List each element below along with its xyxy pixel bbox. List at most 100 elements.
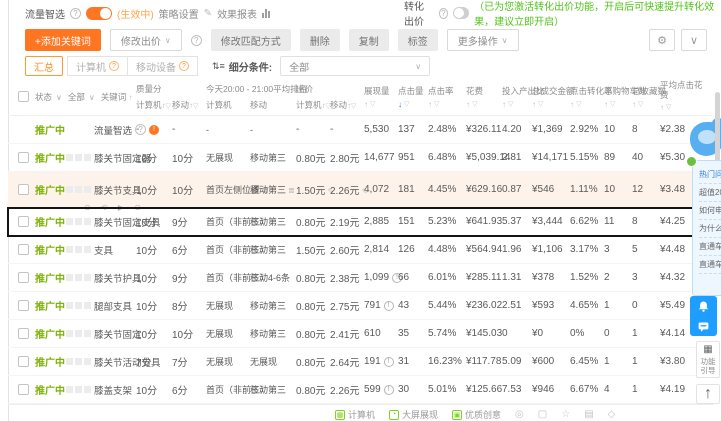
clicks-value: 31 <box>398 356 410 367</box>
col-header-gmv[interactable]: 总成交金额 <box>532 85 575 97</box>
col-header-cost[interactable]: 花费 <box>466 85 502 97</box>
tab-mobile[interactable]: 移动设备? <box>128 56 198 76</box>
col-header-status[interactable]: 状态 ∨ <box>35 91 62 103</box>
bid-mobile: 2.38元 <box>330 274 360 285</box>
col-header-scope[interactable]: 全部 ∨ <box>68 91 95 103</box>
delete-button[interactable]: 删除 <box>299 29 340 51</box>
faq-item[interactable]: 直通车推广计划 <box>699 256 721 274</box>
ctr-value: 5.74% <box>428 328 457 339</box>
ctr-value: 4.45% <box>428 184 457 195</box>
table-row[interactable]: 推广中 膝关节活动支具 ?! ⊙ ⟲ ▶ ⊖ 7分 7分 无展现≣ 无展现≣ 0… <box>8 348 708 376</box>
col-header-keyword[interactable]: 关键词 ↑ <box>101 91 133 103</box>
row-checkbox[interactable] <box>18 356 29 367</box>
more-actions-button[interactable]: 更多操作 ∨ <box>446 29 519 51</box>
table-row[interactable]: 推广中 膝关节固定支具 ?! ⊙ ⟲ ▶ ⊖ 10分 9分 首页（非前三）≣ 移… <box>7 207 709 237</box>
faq-item[interactable]: 直通车推广 <box>699 238 721 256</box>
smart-traffic-label: 流量智选 <box>25 9 65 21</box>
row-checkbox[interactable] <box>18 244 29 255</box>
table-row[interactable]: 推广中 膝盖支架 ?! ⊙ ⟲ ▶ ⊖ 10分 6分 首页（非前三）≣ 移动第三… <box>8 376 708 404</box>
condition-select[interactable]: 全部 ∨ <box>280 56 431 76</box>
col-header-avg-cpc[interactable]: 平均点击花费 <box>660 81 706 100</box>
tab-pc[interactable]: 计算机? <box>67 56 128 76</box>
subcol-rank-mobile: 移动 <box>250 99 268 110</box>
chevron-down-icon[interactable]: ∨ <box>681 29 707 51</box>
faq-item[interactable]: 超值20 <box>699 184 721 202</box>
row-checkbox[interactable] <box>18 272 29 283</box>
rank-mobile: 移动第三 <box>250 245 287 255</box>
bid-pc: 0.80元 <box>296 358 326 369</box>
cost-value: ¥236.02 <box>466 300 503 311</box>
status-badge: 推广中 <box>35 274 65 285</box>
row-checkbox[interactable] <box>18 300 29 311</box>
strategy-settings-link[interactable]: 策略设置 <box>159 6 199 21</box>
table-row[interactable]: 推广中 膝关节护具 ?! ⊙ ⟲ ▶ ⊖ 10分 9分 首页（非前三）≣ 移动4… <box>8 264 708 292</box>
clicks-value: 30 <box>398 384 410 395</box>
info-icon[interactable]: ? <box>190 34 202 46</box>
roi-value: 7.53 <box>502 384 522 395</box>
subcol-qs-pc[interactable]: 计算机↑▽ <box>136 99 172 111</box>
back-to-top-button[interactable]: ↑ <box>696 384 720 405</box>
row-checkbox[interactable] <box>18 384 29 395</box>
quality-score-mobile: 6分 <box>172 246 188 257</box>
add-keyword-button[interactable]: +添加关键词 <box>25 29 101 51</box>
table-row[interactable]: 推广中 膝关节固定 ?! ⊙ ⟲ ▶ ⊖ 10分 10分 无展现≣ 移动第三≣ … <box>8 320 708 348</box>
modify-bid-button[interactable]: 修改出价 ∨ <box>109 29 182 51</box>
faq-link[interactable]: 热门问题 <box>699 166 721 184</box>
info-circle-icon[interactable]: ! <box>383 356 394 367</box>
info-icon[interactable]: ? <box>135 124 147 135</box>
rank-menu-icon[interactable]: ≣ <box>288 186 295 195</box>
report-link[interactable]: 效果报表 <box>217 6 257 21</box>
gmv-value: ¥1,369 <box>532 124 563 135</box>
faq-item[interactable]: 为什么过日限额 <box>699 220 721 238</box>
row-checkbox[interactable] <box>18 184 29 195</box>
info-circle-icon[interactable]: ! <box>383 384 394 395</box>
gmv-value: ¥14,171 <box>532 152 569 163</box>
status-badge: 推广中 <box>35 186 65 197</box>
subcol-bid-mobile[interactable]: 移动↑▽ <box>330 99 364 111</box>
row-checkbox[interactable] <box>18 328 29 339</box>
carts-value: 0 <box>604 328 610 339</box>
toolbar: +添加关键词 修改出价 ∨ ? 修改匹配方式 删除 复制 标签 更多操作 ∨ ⚙ ∨ <box>9 26 721 54</box>
gear-icon[interactable]: ⚙ <box>649 29 675 51</box>
faq-item[interactable]: 如何申请图片功能 <box>699 202 721 220</box>
table-row[interactable]: 推广中 膝关节支具 ?! ⊙ ⟲ ▶ ⊖ 10分 10分 首页左侧位置≣ 移动第… <box>8 172 708 212</box>
subcol-qs-mobile[interactable]: 移动↑▽ <box>172 99 206 111</box>
feature-guide-button[interactable]: ▦ 功能引导 <box>696 341 720 379</box>
table-row[interactable]: 推广中 腿部支具 ?! ⊙ ⟲ ▶ ⊖ 10分 8分 无展现≣ 移动第三≣ 0.… <box>8 292 708 320</box>
table-row[interactable]: 推广中 流量智选 ?! ⊙ ⟲ ▶ ⊖ - - -≣ -≣ -✎ -✎ 5,53… <box>8 116 708 144</box>
table-row[interactable]: 推广中 支具 ?! ⊙ ⟲ ▶ ⊖ 10分 6分 首页（非前三）≣ 移动第三≣ … <box>8 236 708 264</box>
subcol-bid-pc[interactable]: 计算机↑▽ <box>296 99 331 111</box>
row-checkbox[interactable] <box>18 216 29 227</box>
col-header-clicks[interactable]: 点击量 <box>398 85 428 97</box>
col-header-favorites[interactable]: 总收藏数 <box>632 85 666 97</box>
match-type-icons <box>66 358 91 365</box>
quality-score-mobile: - <box>172 124 176 135</box>
col-header-ctr[interactable]: 点击率 <box>428 85 466 97</box>
alert-icon[interactable]: ! <box>149 124 160 135</box>
col-header-roi[interactable]: 投入产出比 <box>502 85 545 97</box>
bar-chart-icon[interactable] <box>262 8 271 18</box>
smart-traffic-toggle[interactable] <box>86 6 112 20</box>
ctr-value: 6.48% <box>428 152 457 163</box>
col-header-impressions[interactable]: 展现量 <box>364 85 398 97</box>
col-header-carts[interactable]: 总购物车数 <box>604 85 647 97</box>
roi-value: 2.81 <box>502 152 522 163</box>
col-header-cvr[interactable]: 点击转化率 <box>570 85 613 97</box>
bell-icon[interactable] <box>690 296 717 316</box>
tag-button[interactable]: 标签 <box>397 29 438 51</box>
copy-button[interactable]: 复制 <box>348 29 389 51</box>
bid-pc: 0.80元 <box>296 386 326 397</box>
modify-match-button[interactable]: 修改匹配方式 <box>210 29 291 51</box>
conversion-bid-toggle[interactable] <box>452 7 470 19</box>
info-circle-icon[interactable]: ! <box>383 300 394 311</box>
table-header: 状态 ∨ 全部 ∨ 关键词 ↑ 质量分 计算机↑▽ 移动↑▽ 今天20:00 - 2… <box>8 78 713 116</box>
row-checkbox[interactable] <box>18 152 29 163</box>
help-icon[interactable]: ? <box>70 7 81 19</box>
table-row[interactable]: 推广中 膝关节固定器 ?! ⊙ ⟲ ▶ ⊖ 10分 10分 无展现≣ 移动第三≣… <box>8 144 708 172</box>
select-all-checkbox[interactable] <box>18 91 29 102</box>
favorites-value: 1 <box>632 356 638 367</box>
chat-icon[interactable] <box>690 316 717 336</box>
edit-icon[interactable]: ✎ <box>204 8 212 19</box>
tab-summary[interactable]: 汇总 <box>25 56 63 76</box>
help-icon[interactable]: ? <box>438 7 448 19</box>
